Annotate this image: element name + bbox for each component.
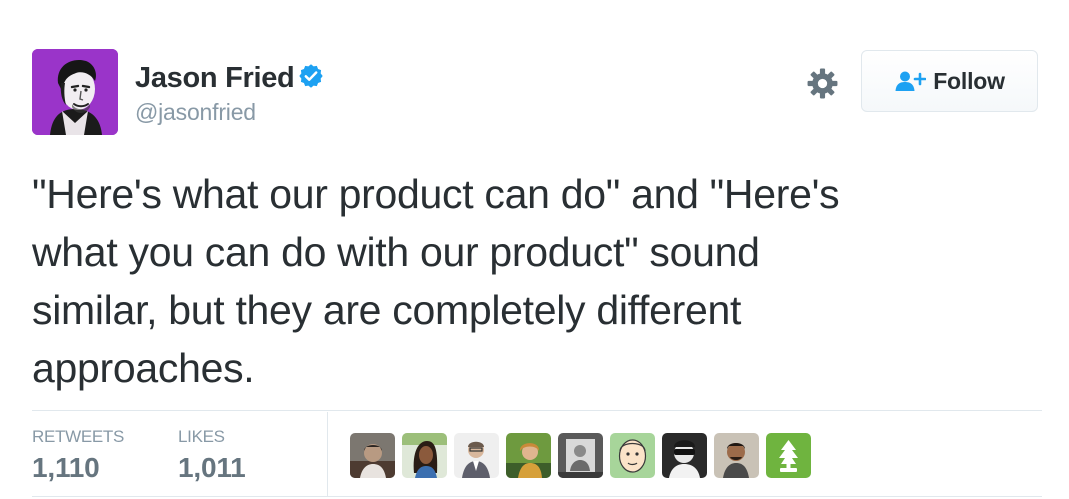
follow-button-label: Follow (933, 67, 1005, 94)
display-name[interactable]: Jason Fried (135, 60, 295, 96)
tweet-text: "Here's what our product can do" and "He… (32, 171, 840, 391)
user-name-block: Jason Fried @jasonfried (135, 60, 324, 126)
retweets-stat[interactable]: RETWEETS 1,110 (32, 427, 124, 485)
stats-separator (327, 412, 328, 496)
liker-avatar[interactable] (610, 433, 655, 478)
liker-avatar[interactable] (454, 433, 499, 478)
likes-stat[interactable]: LIKES 1,011 (178, 427, 246, 485)
liker-avatar[interactable] (350, 433, 395, 478)
liker-avatar[interactable] (402, 433, 447, 478)
likes-count: 1,011 (178, 452, 246, 483)
liker-avatar[interactable] (714, 433, 759, 478)
likers-list (350, 433, 811, 478)
likes-label: LIKES (178, 427, 225, 446)
follow-button[interactable]: Follow (861, 50, 1038, 112)
retweets-count: 1,110 (32, 452, 100, 483)
liker-avatar[interactable] (506, 433, 551, 478)
stats-divider-top (32, 410, 1042, 411)
person-plus-icon (894, 70, 927, 92)
gear-icon[interactable] (806, 67, 839, 100)
stats-divider-bottom (32, 496, 1042, 497)
liker-avatar[interactable] (662, 433, 707, 478)
user-handle[interactable]: @jasonfried (135, 98, 324, 126)
liker-avatar[interactable] (558, 433, 603, 478)
avatar-image (32, 49, 118, 135)
verified-badge-icon (298, 63, 324, 89)
liker-avatar[interactable] (766, 433, 811, 478)
retweets-label: RETWEETS (32, 427, 125, 446)
user-avatar[interactable] (32, 49, 118, 135)
